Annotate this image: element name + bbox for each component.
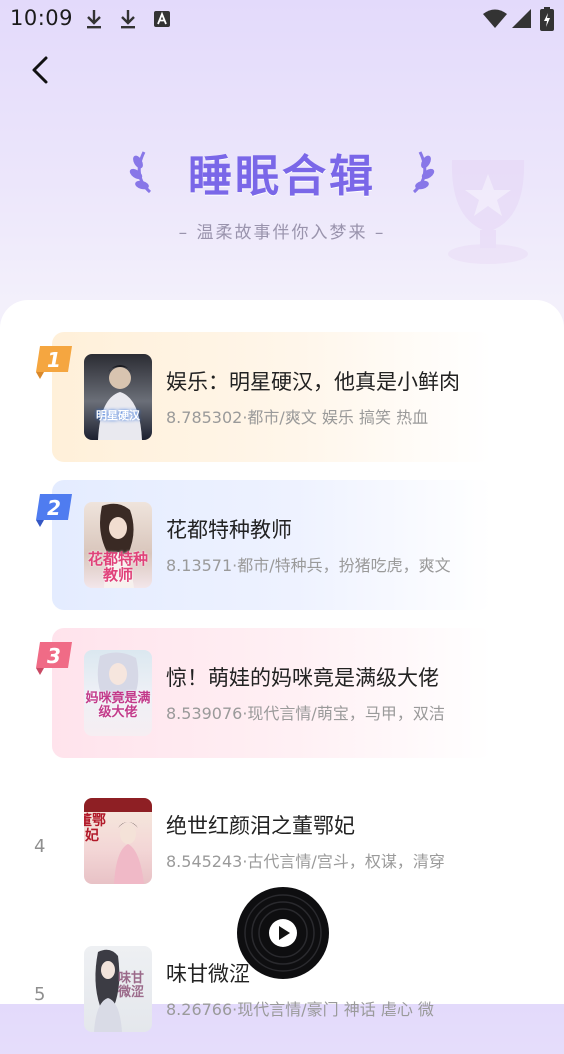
book-meta: 8.13571·都市/特种兵，扮猪吃虎，爽文 — [166, 556, 451, 575]
rank-number: 5 — [34, 984, 46, 1005]
book-cover: 董鄂妃 — [84, 798, 152, 884]
status-bar: 10:09 — [0, 0, 564, 38]
rank-number: 3 — [47, 644, 61, 668]
book-meta: 8.26766·现代言情/豪门 神话 虐心 微 — [166, 1000, 434, 1019]
book-cover: 味甘微涩 — [84, 946, 152, 1032]
cover-title: 明星硬汉 — [96, 409, 140, 422]
rank-number: 1 — [47, 348, 61, 372]
book-title: 惊！萌娃的妈咪竟是满级大佬 — [166, 666, 439, 690]
signal-icon — [512, 9, 531, 28]
cover-title: 味甘微涩 — [118, 971, 145, 1000]
cover-figure — [98, 365, 142, 440]
book-meta: 8.785302·都市/爽文 娱乐 搞笑 热血 — [166, 408, 429, 427]
audio-player-button[interactable] — [236, 886, 330, 980]
cover-title: 花都特种教师 — [87, 550, 148, 584]
book-title: 绝世红颜泪之董鄂妃 — [166, 814, 355, 838]
rank-number: 2 — [47, 496, 61, 520]
trophy-icon — [448, 160, 528, 264]
wifi-icon — [483, 9, 507, 28]
book-cover: 妈咪竟是满级大佬 — [84, 650, 152, 736]
book-title: 花都特种教师 — [166, 518, 292, 542]
cover-title: 妈咪竟是满级大佬 — [85, 691, 151, 720]
rank-badge-2: 2 — [36, 494, 72, 527]
status-time: 10:09 — [10, 6, 74, 30]
rank-badge-1: 1 — [36, 346, 72, 379]
book-cover: 明星硬汉 — [84, 354, 152, 440]
book-meta: 8.545243·古代言情/宫斗，权谋，清穿 — [166, 852, 445, 871]
rank-badge-3: 3 — [36, 642, 72, 675]
book-meta: 8.539076·现代言情/萌宝，马甲，双洁 — [166, 704, 445, 723]
download-icon — [121, 10, 135, 29]
keyboard-a-icon — [154, 11, 170, 27]
cover-title: 董鄂妃 — [84, 813, 106, 844]
battery-icon — [540, 7, 554, 31]
back-button[interactable] — [26, 52, 58, 88]
list-item[interactable]: 1 明星硬汉 娱乐：明星硬汉，他真是小鲜肉 8.785302·都市/爽文 娱乐 … — [36, 332, 492, 462]
list-item[interactable]: 2 花都特种教师 花都特种教师 8.13571·都市/特种兵，扮猪吃虎，爽文 — [36, 480, 492, 610]
list-item[interactable]: 3 妈咪竟是满级大佬 惊！萌娃的妈咪竟是满级大佬 8.539076·现代言情/萌… — [36, 628, 492, 758]
download-icon — [87, 10, 101, 29]
book-cover: 花都特种教师 — [84, 502, 152, 588]
rank-number: 4 — [34, 836, 46, 857]
book-title: 娱乐：明星硬汉，他真是小鲜肉 — [166, 370, 460, 394]
